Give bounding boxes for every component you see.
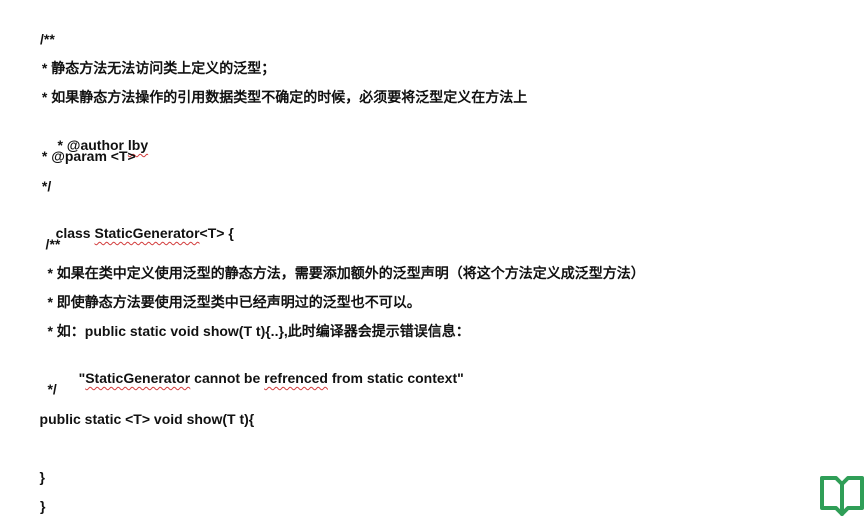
code-line: */ — [38, 178, 52, 194]
misspelled-word: StaticGenerator — [85, 370, 191, 386]
code-line: public static <T> void show(T t){ — [24, 411, 255, 427]
code-line: * 静态方法无法访问类上定义的泛型； — [38, 60, 276, 76]
code-line: * 如果在类中定义使用泛型的静态方法，需要添加额外的泛型声明（将这个方法定义成泛… — [28, 265, 645, 281]
code-line: */ — [28, 381, 57, 397]
code-line: class StaticGenerator<T> { — [40, 206, 234, 260]
code-line: "StaticGenerator cannot be refrenced fro… — [28, 351, 464, 405]
code-segment: cannot be — [190, 370, 265, 386]
code-segment: class — [55, 225, 95, 241]
code-line: * 如果静态方法操作的引用数据类型不确定的时候，必须要将泛型定义在方法上 — [38, 89, 528, 105]
code-line: * 如：public static void show(T t){..},此时编… — [28, 323, 470, 339]
code-line: * 即使静态方法要使用泛型类中已经声明过的泛型也不可以。 — [28, 294, 421, 310]
code-segment: from static context" — [327, 370, 464, 386]
misspelled-word: StaticGenerator — [94, 225, 200, 241]
code-line: /** — [30, 236, 61, 252]
code-line: /** — [40, 31, 55, 47]
misspelled-word: refrenced — [264, 370, 328, 386]
code-segment: <T> { — [199, 225, 234, 241]
code-line: } — [40, 498, 46, 514]
code-line: * @param <T> — [38, 148, 136, 164]
code-document: /** * 静态方法无法访问类上定义的泛型； * 如果静态方法操作的引用数据类型… — [0, 0, 867, 530]
book-logo-icon — [820, 476, 864, 516]
code-line: } — [24, 469, 46, 485]
